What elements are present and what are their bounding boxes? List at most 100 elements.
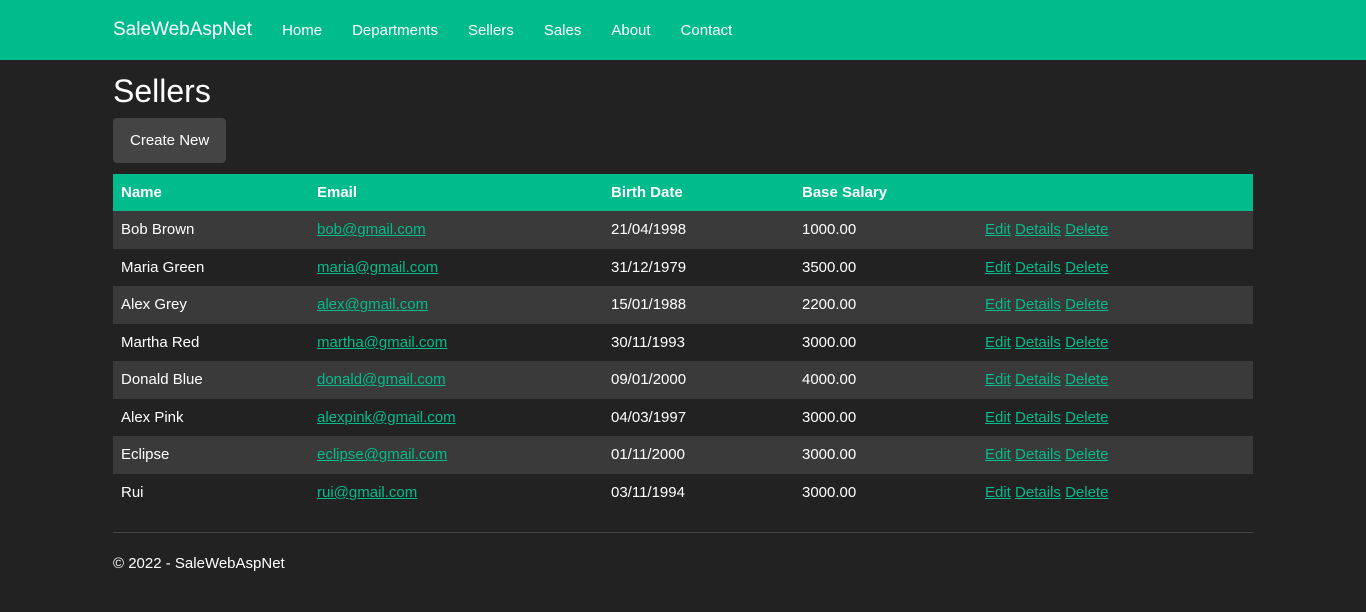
table-row: Eclipse eclipse@gmail.com 01/11/2000 3000.0… [113,436,1253,474]
email-link[interactable]: alexpink@gmail.com [317,409,456,426]
details-link[interactable]: Details [1015,484,1061,501]
main-container: Sellers Create New Name Email Birth Date… [113,72,1253,572]
delete-link[interactable]: Delete [1065,484,1108,501]
delete-link[interactable]: Delete [1065,334,1108,351]
cell-name: Eclipse [113,436,309,474]
nav-link-home[interactable]: Home [282,22,322,39]
email-link[interactable]: martha@gmail.com [317,334,447,351]
header-email: Email [309,174,603,211]
navbar: SaleWebAspNet Home Departments Sellers S… [0,0,1366,60]
email-link[interactable]: alex@gmail.com [317,296,428,313]
edit-link[interactable]: Edit [985,484,1011,501]
details-link[interactable]: Details [1015,409,1061,426]
cell-birth-date: 15/01/1988 [603,286,794,324]
cell-email: maria@gmail.com [309,249,603,287]
table-header-row: Name Email Birth Date Base Salary [113,174,1253,211]
delete-link[interactable]: Delete [1065,409,1108,426]
cell-actions: Edit Details Delete [977,211,1253,249]
cell-name: Alex Grey [113,286,309,324]
nav-link-sales[interactable]: Sales [544,22,582,39]
nav-link-sellers[interactable]: Sellers [468,22,514,39]
cell-birth-date: 03/11/1994 [611,483,685,501]
cell-birth-date: 04/03/1997 [611,408,687,426]
email-link[interactable]: maria@gmail.com [317,259,438,276]
table-row: Bob Brown bob@gmail.com 21/04/1998 1000.00 E… [113,211,1253,249]
edit-link[interactable]: Edit [985,259,1011,276]
nav-link-departments[interactable]: Departments [352,22,438,39]
details-link[interactable]: Details [1015,259,1061,276]
details-link[interactable]: Details [1015,296,1061,313]
table-row: Maria Green maria@gmail.com 31/12/1979 3500… [113,249,1253,287]
cell-email: martha@gmail.com [309,324,603,362]
cell-actions: Edit Details Delete [977,474,1253,512]
cell-email: bob@gmail.com [309,211,603,249]
edit-link[interactable]: Edit [985,446,1011,463]
cell-base-salary: 3000.00 [802,408,857,426]
details-link[interactable]: Details [1015,371,1061,388]
cell-email: eclipse@gmail.com [309,436,603,474]
page-title: Sellers [113,73,211,109]
cell-name: Bob Brown [113,211,309,249]
cell-base-salary: 3000.00 [802,483,857,501]
nav-link-about[interactable]: About [611,22,650,39]
table-row: Donald Blue donald@gmail.com 09/01/2000 400… [113,361,1253,399]
brand-link[interactable]: SaleWebAspNet [113,19,252,41]
header-actions [977,174,1253,211]
cell-actions: Edit Details Delete [977,286,1253,324]
cell-base-salary: 3000.00 [802,333,857,351]
email-link[interactable]: bob@gmail.com [317,221,426,238]
email-link[interactable]: eclipse@gmail.com [317,446,447,463]
table-row: Rui rui@gmail.com 03/11/1994 3000.00 Edit De… [113,474,1253,512]
cell-birth-date: 21/04/1998 [603,211,794,249]
details-link[interactable]: Details [1015,221,1061,238]
edit-link[interactable]: Edit [985,371,1011,388]
email-link[interactable]: rui@gmail.com [317,484,417,501]
delete-link[interactable]: Delete [1065,296,1108,313]
cell-base-salary: 3000.00 [794,436,977,474]
cell-base-salary: 4000.00 [794,361,977,399]
edit-link[interactable]: Edit [985,296,1011,313]
cell-actions: Edit Details Delete [977,436,1253,474]
edit-link[interactable]: Edit [985,334,1011,351]
table-row: Martha Red martha@gmail.com 30/11/1993 3000… [113,324,1253,362]
create-new-button[interactable]: Create New [113,118,227,163]
cell-birth-date: 31/12/1979 [611,258,687,276]
delete-link[interactable]: Delete [1065,371,1108,388]
table-row: Alex Pink alexpink@gmail.com 04/03/1997 300… [113,399,1253,437]
footer-divider [113,532,1253,533]
table-row: Alex Grey alex@gmail.com 15/01/1988 2200.00… [113,286,1253,324]
details-link[interactable]: Details [1015,334,1061,351]
cell-email: donald@gmail.com [309,361,603,399]
header-birth-date: Birth Date [603,174,794,211]
details-link[interactable]: Details [1015,446,1061,463]
header-name: Name [113,174,309,211]
cell-email: rui@gmail.com [309,474,603,512]
cell-name: Rui [121,483,144,501]
cell-actions: Edit Details Delete [977,399,1253,437]
cell-actions: Edit Details Delete [977,249,1253,287]
cell-base-salary: 3500.00 [802,258,857,276]
cell-base-salary: 2200.00 [794,286,977,324]
edit-link[interactable]: Edit [985,409,1011,426]
delete-link[interactable]: Delete [1065,259,1108,276]
cell-email: alex@gmail.com [309,286,603,324]
cell-name: Alex Pink [121,408,184,426]
cell-name: Martha Red [121,333,200,351]
cell-name: Maria Green [121,258,205,276]
delete-link[interactable]: Delete [1065,446,1108,463]
cell-birth-date: 01/11/2000 [603,436,794,474]
cell-actions: Edit Details Delete [977,324,1253,362]
nav-link-contact[interactable]: Contact [681,22,733,39]
header-base-salary: Base Salary [794,174,977,211]
cell-name: Donald Blue [113,361,309,399]
cell-email: alexpink@gmail.com [309,399,603,437]
delete-link[interactable]: Delete [1065,221,1108,238]
email-link[interactable]: donald@gmail.com [317,371,446,388]
cell-actions: Edit Details Delete [977,361,1253,399]
cell-base-salary: 1000.00 [794,211,977,249]
footer-text: © 2022 - SaleWebAspNet [113,555,285,572]
sellers-table: Name Email Birth Date Base Salary Bob Br… [113,174,1253,511]
edit-link[interactable]: Edit [985,221,1011,238]
cell-birth-date: 09/01/2000 [603,361,794,399]
cell-birth-date: 30/11/1993 [611,333,685,351]
